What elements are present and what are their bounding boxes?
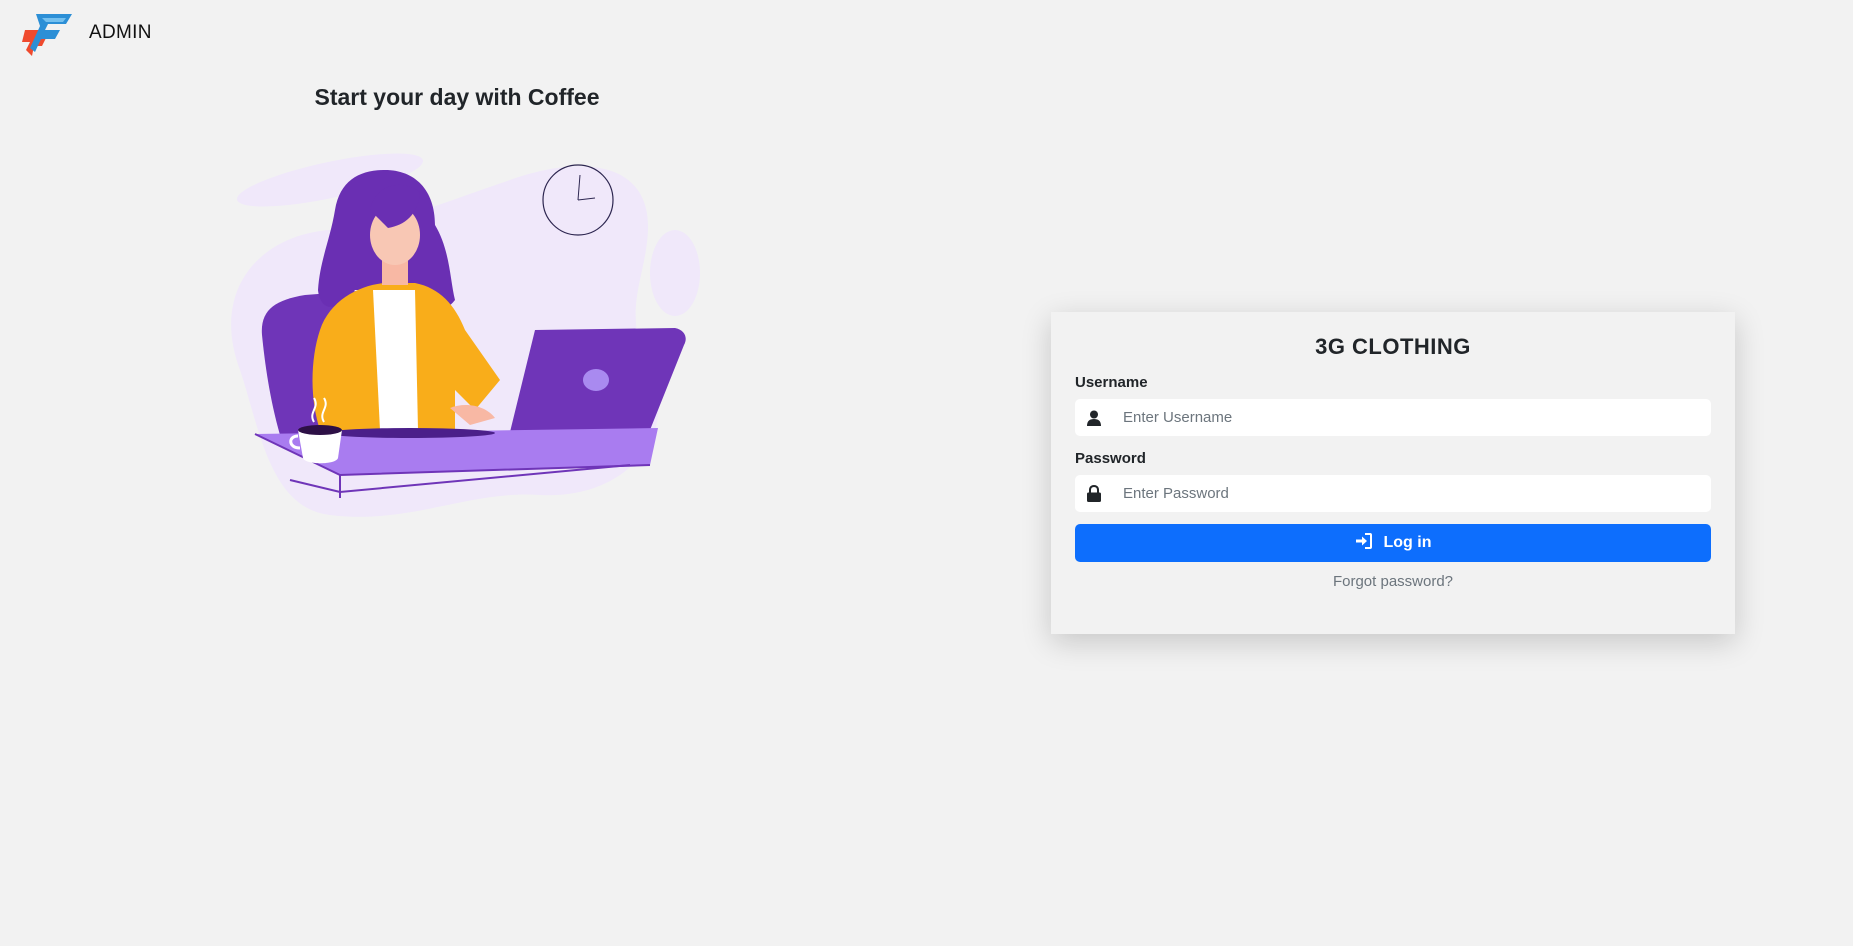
- brand-logo-icon[interactable]: [22, 10, 72, 56]
- user-icon: [1075, 399, 1113, 436]
- password-label: Password: [1075, 450, 1146, 467]
- app-title: ADMIN: [89, 22, 152, 43]
- username-label: Username: [1075, 374, 1148, 391]
- header: ADMIN: [22, 10, 152, 56]
- username-input[interactable]: [1113, 399, 1711, 436]
- login-button[interactable]: Log in: [1075, 524, 1711, 562]
- login-title: 3G CLOTHING: [1315, 334, 1471, 359]
- password-input-group: [1075, 475, 1711, 512]
- login-page: ADMIN Start your day with Coffee 3G CLOT…: [0, 0, 1853, 946]
- coffee-illustration: [231, 153, 700, 517]
- login-button-label: Log in: [1383, 534, 1432, 551]
- username-input-group: [1075, 399, 1711, 436]
- forgot-password-link[interactable]: Forgot password?: [1075, 573, 1711, 590]
- password-input[interactable]: [1113, 475, 1711, 512]
- sign-in-icon: [1355, 532, 1372, 554]
- lock-icon: [1075, 475, 1113, 512]
- login-card: 3G CLOTHING Username Password: [1051, 312, 1735, 634]
- hero-title: Start your day with Coffee: [314, 84, 600, 110]
